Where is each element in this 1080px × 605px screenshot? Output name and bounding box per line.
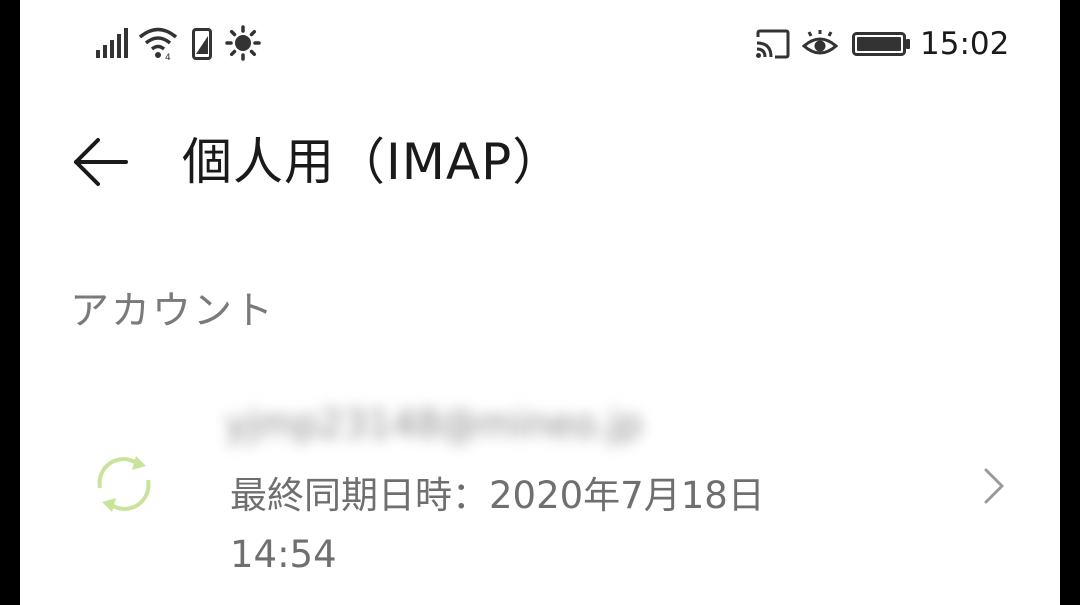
- last-sync-time: 14:54: [230, 533, 337, 576]
- last-sync-label: 最終同期日時：2020年7月18日: [230, 474, 765, 517]
- brightness-icon: [225, 25, 261, 61]
- back-arrow-icon[interactable]: [70, 132, 130, 192]
- phone-icon: [192, 28, 212, 60]
- battery-icon: [852, 32, 910, 56]
- page-title: 個人用（IMAP）: [182, 133, 564, 191]
- account-list-item[interactable]: yjmp23148@mineo.jp 最終同期日時：2020年7月18日 14:…: [20, 380, 1060, 605]
- section-header-account: アカウント: [70, 289, 276, 334]
- phone-screen: 4 15:02 個人用（IMAP） アカウント yjmp23148@mineo.…: [20, 0, 1060, 605]
- sync-icon: [97, 456, 151, 512]
- wifi-icon: 4: [138, 27, 178, 60]
- signal-icon: [96, 28, 128, 58]
- status-bar: 4 15:02: [20, 0, 1060, 90]
- app-bar: 個人用（IMAP）: [20, 100, 1060, 220]
- last-sync-text: 最終同期日時：2020年7月18日 14:54: [230, 466, 880, 584]
- eye-comfort-icon: [802, 30, 838, 55]
- chevron-right-icon: [984, 468, 1004, 504]
- svg-text:4: 4: [165, 53, 171, 60]
- cast-icon: [756, 29, 790, 59]
- account-email: yjmp23148@mineo.jp: [225, 402, 643, 446]
- clock: 15:02: [920, 26, 1010, 62]
